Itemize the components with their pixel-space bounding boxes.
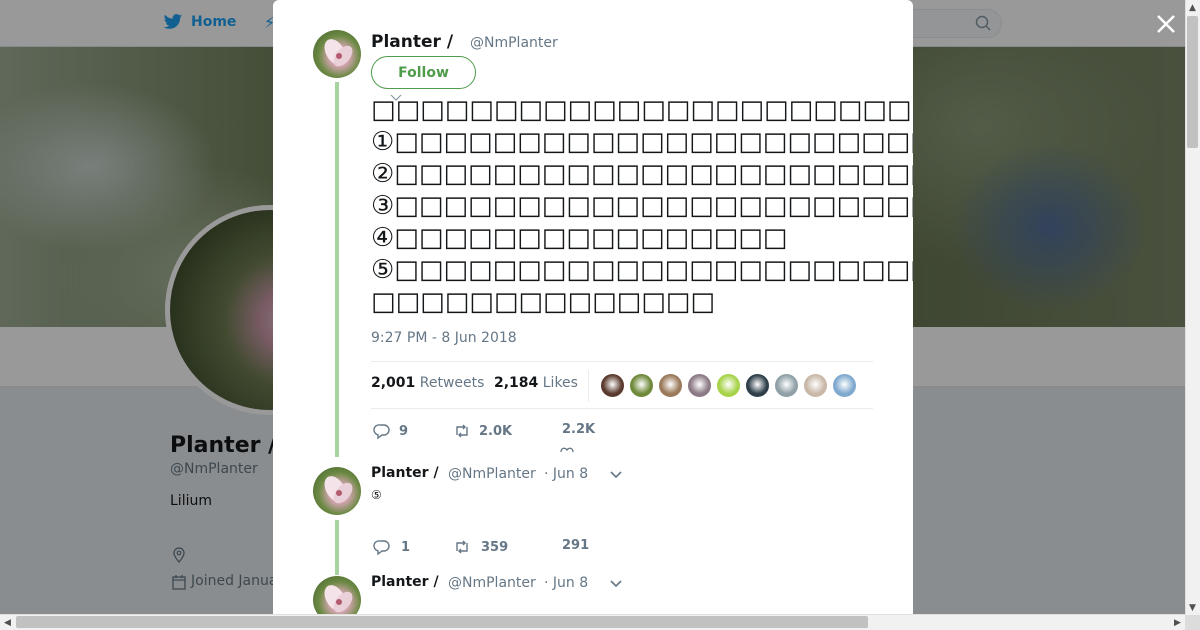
- horizontal-scroll-thumb[interactable]: [16, 616, 868, 628]
- retweet-button[interactable]: 2.0K: [453, 422, 512, 440]
- thread-line: [335, 520, 339, 575]
- stats-divider: [588, 370, 589, 402]
- tweet-timestamp[interactable]: 9:27 PM - 8 Jun 2018: [371, 330, 517, 346]
- reply-count: 9: [399, 423, 409, 439]
- liker-avatar[interactable]: [745, 373, 770, 398]
- reply-author-handle[interactable]: @NmPlanter: [448, 466, 536, 482]
- tweet-author-handle[interactable]: @NmPlanter: [470, 35, 558, 51]
- reply-button[interactable]: 9: [373, 422, 408, 440]
- chevron-down-icon[interactable]: [609, 579, 623, 589]
- reply-retweet-button[interactable]: 359: [453, 538, 508, 556]
- scrollbar-corner: [1185, 615, 1200, 630]
- scroll-down-arrow[interactable]: ▼: [1185, 600, 1200, 615]
- author-avatar[interactable]: [313, 30, 361, 78]
- reply-reply-count: 1: [401, 539, 411, 555]
- retweet-count: 2.0K: [479, 423, 513, 439]
- reply-icon: [373, 424, 390, 440]
- retweet-icon: [456, 424, 468, 438]
- liker-avatar[interactable]: [803, 373, 828, 398]
- reply-date[interactable]: · Jun 8: [544, 466, 588, 482]
- close-icon[interactable]: [1152, 10, 1180, 38]
- scroll-up-arrow[interactable]: ▲: [1185, 0, 1200, 15]
- reply-author-name[interactable]: Planter /: [371, 465, 439, 481]
- chevron-down-icon[interactable]: [609, 470, 623, 480]
- like-count: 2.2K: [562, 422, 596, 437]
- reply-author-avatar[interactable]: [313, 576, 361, 614]
- reply-icon: [373, 540, 390, 556]
- thread-line: [335, 82, 339, 457]
- reply-author-avatar[interactable]: [313, 467, 361, 515]
- tweet-author-name[interactable]: Planter /: [371, 32, 453, 52]
- liker-avatar[interactable]: [658, 373, 683, 398]
- liker-avatar[interactable]: [629, 373, 654, 398]
- reply-text: ⑤: [371, 488, 382, 502]
- reply-reply-button[interactable]: 1: [373, 538, 410, 556]
- likes-label: Likes: [542, 375, 578, 391]
- liker-avatar[interactable]: [600, 373, 625, 398]
- reply-author-name[interactable]: Planter /: [371, 574, 439, 590]
- vertical-scroll-thumb[interactable]: [1187, 16, 1198, 148]
- retweets-count: 2,001: [371, 375, 416, 391]
- retweets-label: Retweets: [419, 375, 485, 391]
- liker-avatar[interactable]: [832, 373, 857, 398]
- tweet-modal: Planter / @NmPlanter Follow □□□□□□□□□□□□…: [273, 0, 913, 614]
- liker-avatar[interactable]: [716, 373, 741, 398]
- scroll-right-arrow[interactable]: ▶: [1170, 615, 1185, 630]
- reply-retweet-count: 359: [481, 539, 509, 555]
- liker-avatar[interactable]: [774, 373, 799, 398]
- likes-count: 2,184: [494, 375, 539, 391]
- reply-date[interactable]: · Jun 8: [544, 575, 588, 591]
- reply-like-count: 291: [562, 538, 590, 553]
- tweet-text: □□□□□□□□□□□□□□□□□□□□□□□□□□□□□□ ①□□□□□□□□…: [371, 95, 913, 317]
- likes-stat[interactable]: 2,184 Likes: [494, 375, 578, 391]
- retweets-stat[interactable]: 2,001 Retweets: [371, 375, 484, 391]
- retweet-icon: [456, 540, 468, 554]
- like-button[interactable]: 2.2K: [562, 422, 595, 437]
- heart-icon[interactable]: [560, 446, 574, 456]
- liker-avatar[interactable]: [687, 373, 712, 398]
- reply-like-button[interactable]: 291: [562, 538, 589, 553]
- scroll-left-arrow[interactable]: ◀: [0, 615, 15, 630]
- reply-author-handle[interactable]: @NmPlanter: [448, 575, 536, 591]
- follow-button[interactable]: Follow: [371, 56, 476, 89]
- tweet-stats: 2,001 Retweets 2,184 Likes: [371, 361, 873, 409]
